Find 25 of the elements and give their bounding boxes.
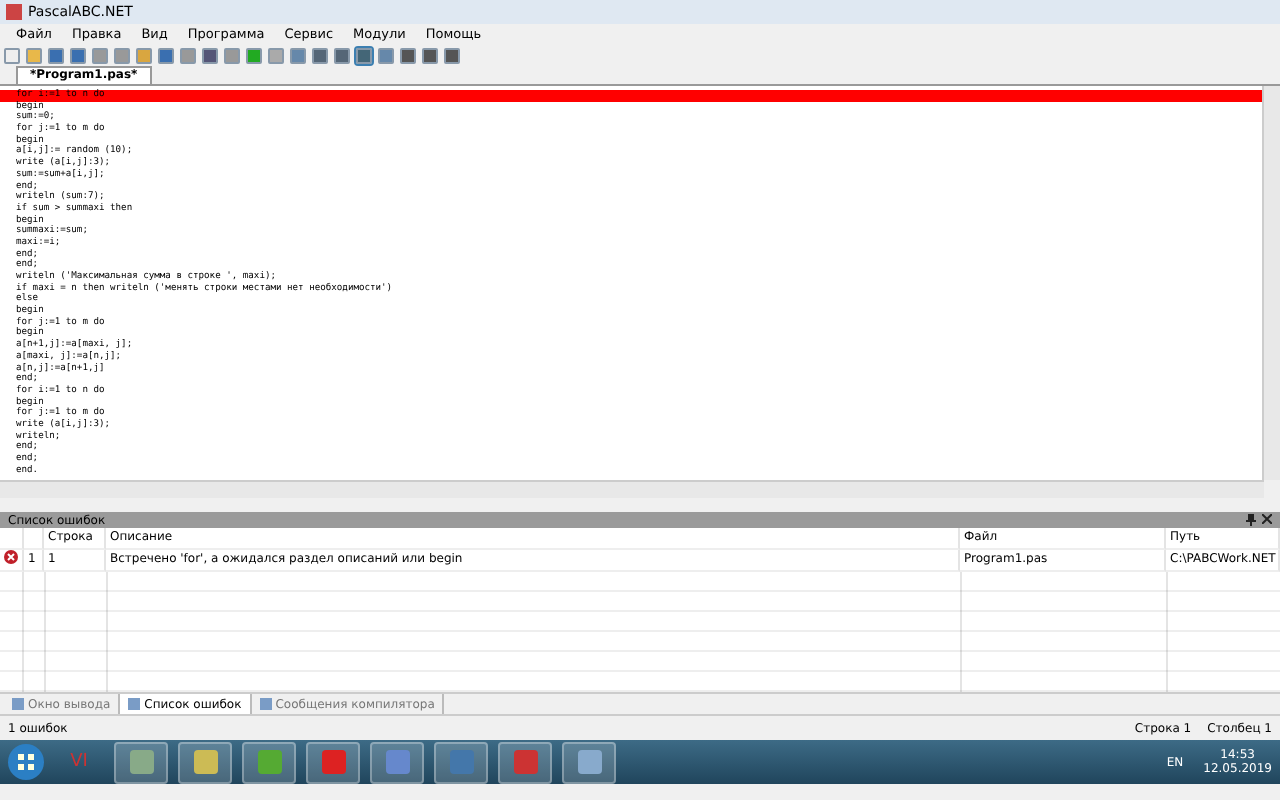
taskbar-button[interactable] (370, 741, 424, 783)
pin-icon[interactable] (1246, 514, 1256, 526)
app-icon (513, 750, 537, 774)
app-icon (385, 750, 409, 774)
taskbar-button[interactable] (114, 741, 168, 783)
taskbar-button[interactable] (242, 741, 296, 783)
tab-icon (128, 698, 141, 710)
close-icon[interactable] (1262, 514, 1272, 524)
app-icon (193, 750, 217, 774)
taskbar-button[interactable] (562, 741, 616, 783)
start-button[interactable] (8, 744, 44, 780)
horizontal-scrollbar[interactable] (0, 480, 1264, 498)
taskbar-button[interactable] (178, 741, 232, 783)
tab-icon (259, 698, 272, 710)
app-icon (129, 750, 153, 774)
taskbar-button[interactable] (306, 741, 360, 783)
tab-icon (12, 698, 24, 710)
app-icon (449, 750, 473, 774)
app-icon (257, 750, 281, 774)
taskbar-button[interactable] (434, 741, 488, 783)
app-icon (6, 4, 22, 20)
vertical-scrollbar[interactable] (1262, 86, 1280, 480)
taskbar-button[interactable] (498, 741, 552, 783)
app-icon (577, 750, 601, 774)
app-icon (321, 750, 345, 774)
